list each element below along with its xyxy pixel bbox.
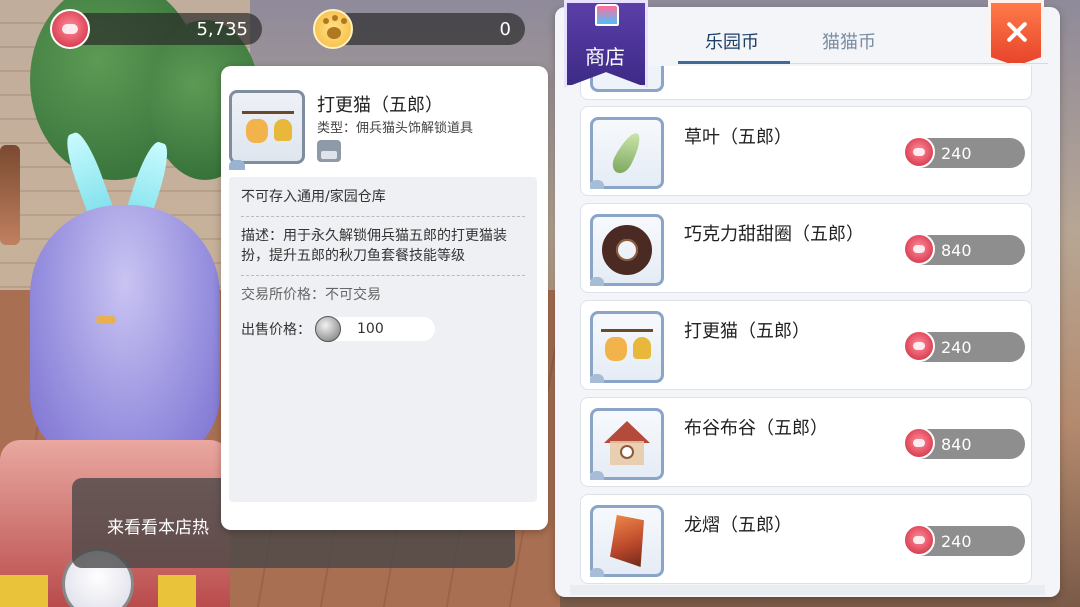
donut-icon [602,225,652,275]
cat-coin-counter: 0 [325,13,525,45]
shop-list-bottom [570,585,1045,595]
hud-element [158,575,196,607]
park-coin-icon [903,136,935,168]
item-name: 龙熠（五郎） [684,515,792,536]
tab-park-coin[interactable]: 乐园币 [705,28,759,54]
chat-text: 来看看本店热 [107,518,209,538]
price-value: 240 [941,531,972,551]
item-detail-info: 不可存入通用/家园仓库 描述：用于永久解锁佣兵猫五郎的打更猫装扮，提升五郎的秋刀… [229,177,537,502]
item-thumbnail [590,408,664,480]
player-character [30,205,220,465]
price-value: 240 [941,143,972,163]
hud-element [0,575,48,607]
cat-coin-value: 0 [499,18,511,40]
shop-item[interactable]: 巧克力甜甜圈（五郎） 840 [580,203,1032,293]
price-value: 840 [941,240,972,260]
sell-price-box: 100 [315,316,435,342]
item-thumbnail [590,311,664,383]
cat-paw-coin-icon [313,9,353,49]
dragon-claw-icon [610,515,644,567]
trade-price: 交易所价格：不可交易 [241,287,381,303]
cat-bell-icon [240,107,296,151]
item-detail-name: 打更猫（五郎） [317,95,443,116]
item-thumbnail [590,214,664,286]
item-tag-icon [590,374,604,383]
item-tag-icon [229,160,245,170]
cuckoo-house-icon [604,421,650,467]
park-coin-value: 5,735 [196,18,248,40]
item-thumbnail [590,505,664,577]
tab-cat-coin[interactable]: 猫猫币 [822,28,876,54]
item-detail-type: 类型：佣兵猫头饰解锁道具 [317,121,474,136]
park-coin-counter: 5,735 [62,13,262,45]
price-value: 840 [941,434,972,454]
sell-price-label: 出售价格： [241,322,311,338]
hair-clip [96,316,116,324]
shop-item[interactable]: 草叶（五郎） 240 [580,106,1032,196]
shop-item[interactable]: 打更猫（五郎） 240 [580,300,1032,390]
park-coin-icon [903,524,935,556]
leaf-icon [608,129,646,177]
item-tag-icon [590,180,604,189]
silver-coin-icon [315,316,341,342]
shop-item[interactable]: 龙熠（五郎） 240 [580,494,1032,584]
shop-chest-icon [595,4,619,26]
npc-character [0,145,20,245]
active-tab-indicator [678,61,790,64]
item-tag-icon [590,568,604,577]
close-button[interactable] [988,0,1044,66]
item-description: 描述：用于永久解锁佣兵猫五郎的打更猫装扮，提升五郎的秋刀鱼套餐技能等级 [241,228,507,264]
shop-title: 商店 [585,45,625,69]
sell-price-row: 出售价格： 100 [241,316,525,342]
cat-bell-icon [599,325,655,369]
storage-note: 不可存入通用/家园仓库 [241,189,386,205]
item-name: 草叶（五郎） [684,127,792,148]
item-detail-popup: 打更猫（五郎） 类型：佣兵猫头饰解锁道具 不可存入通用/家园仓库 描述：用于永久… [221,66,548,530]
park-coin-icon [903,330,935,362]
gift-icon[interactable] [317,140,341,162]
park-coin-icon [903,233,935,265]
park-coin-icon [903,427,935,459]
item-detail-thumbnail [229,90,305,164]
item-tag-icon [590,471,604,480]
shop-item[interactable]: 布谷布谷（五郎） 840 [580,397,1032,487]
park-coin-icon [50,9,90,49]
item-tag-icon [590,277,604,286]
item-name: 布谷布谷（五郎） [684,418,828,439]
sell-price-value: 100 [357,321,384,337]
divider [241,216,525,217]
divider [241,275,525,276]
item-thumbnail [590,117,664,189]
item-name: 打更猫（五郎） [684,321,810,342]
item-name: 巧克力甜甜圈（五郎） [684,224,864,245]
price-value: 240 [941,337,972,357]
